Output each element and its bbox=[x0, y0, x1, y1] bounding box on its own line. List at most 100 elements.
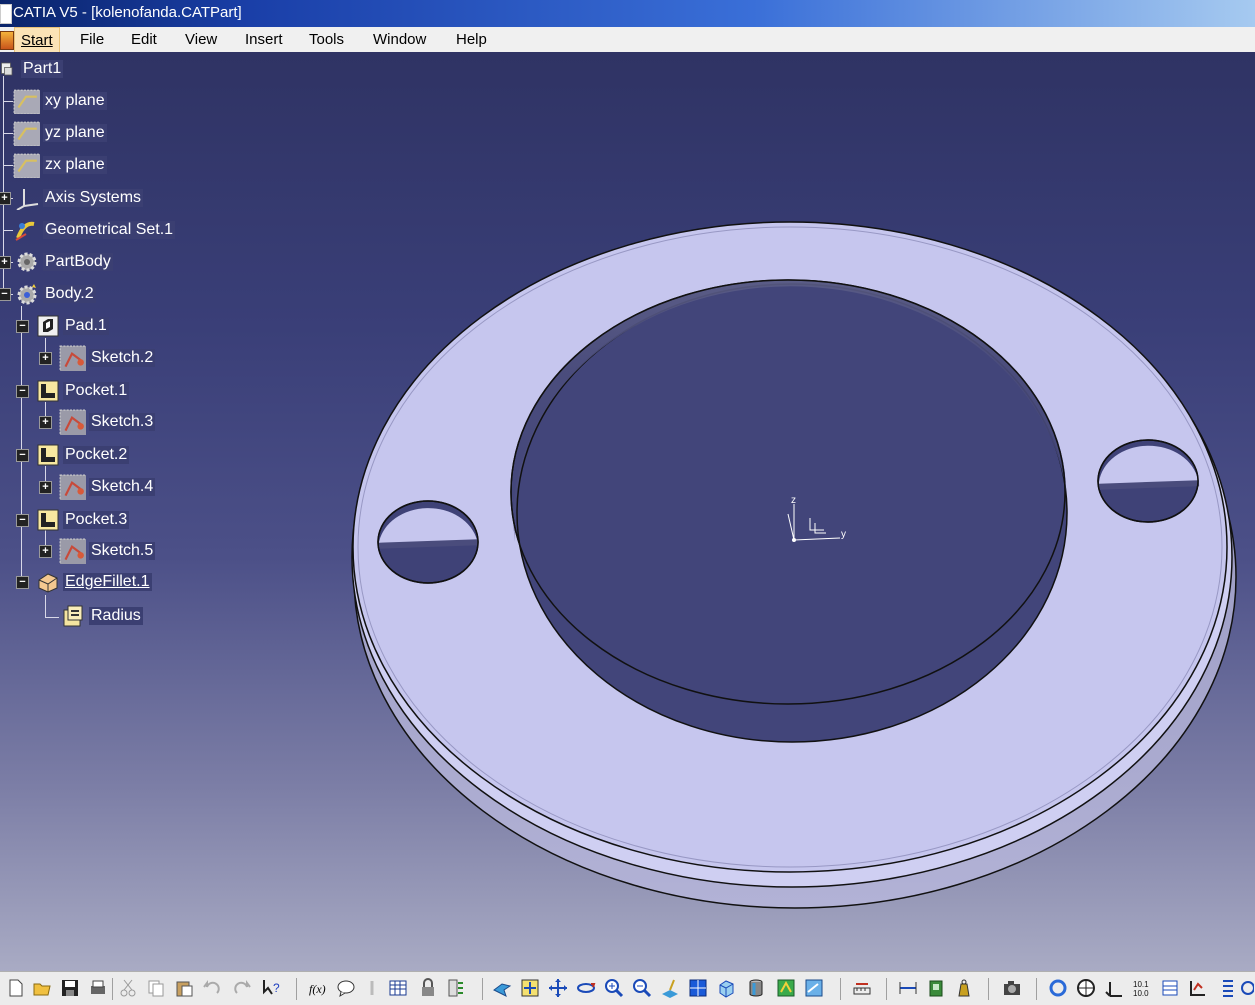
catalog-icon[interactable] bbox=[926, 978, 946, 998]
tree-node-xy-plane[interactable]: xy plane bbox=[12, 89, 107, 114]
tree-node-pocket3[interactable]: Pocket.3 bbox=[36, 509, 130, 531]
menu-start[interactable]: Start bbox=[14, 27, 60, 53]
menu-file[interactable]: File bbox=[80, 31, 104, 48]
print-icon[interactable] bbox=[88, 978, 108, 998]
tree-label-axis-systems[interactable]: Axis Systems bbox=[43, 189, 144, 207]
tree-label-zx-plane[interactable]: zx plane bbox=[43, 156, 107, 174]
menu-window[interactable]: Window bbox=[373, 31, 426, 48]
collapse-body2-button[interactable]: − bbox=[0, 288, 11, 301]
tree-node-geometrical-set[interactable]: Geometrical Set.1 bbox=[12, 219, 176, 241]
tools-icon[interactable] bbox=[362, 978, 382, 998]
undo-icon[interactable] bbox=[202, 978, 222, 998]
tree-node-partbody[interactable]: PartBody bbox=[12, 251, 113, 273]
tree-label-pad1[interactable]: Pad.1 bbox=[63, 317, 109, 335]
tree-label-pocket1[interactable]: Pocket.1 bbox=[63, 382, 130, 400]
comment-icon[interactable] bbox=[336, 978, 356, 998]
menu-help[interactable]: Help bbox=[456, 31, 487, 48]
collapse-pad1-button[interactable]: − bbox=[16, 320, 29, 333]
normal-view-icon[interactable] bbox=[660, 978, 680, 998]
redo-icon[interactable] bbox=[232, 978, 252, 998]
tree-node-sketch2[interactable]: Sketch.2 bbox=[58, 345, 156, 371]
camera-icon[interactable] bbox=[1002, 978, 1022, 998]
tree-label-sketch2[interactable]: Sketch.2 bbox=[89, 349, 156, 367]
layers-icon[interactable] bbox=[446, 978, 466, 998]
tree-label-pocket3[interactable]: Pocket.3 bbox=[63, 511, 130, 529]
tree-node-sketch4[interactable]: Sketch.4 bbox=[58, 474, 156, 500]
tree-node-pocket1[interactable]: Pocket.1 bbox=[36, 380, 130, 402]
collapse-pocket3-button[interactable]: − bbox=[16, 514, 29, 527]
collapse-edgefillet1-button[interactable]: − bbox=[16, 576, 29, 589]
tree-list-icon[interactable] bbox=[1218, 978, 1238, 998]
expand-sketch5-button[interactable]: + bbox=[39, 545, 52, 558]
expand-partbody-button[interactable]: + bbox=[0, 256, 11, 269]
paste-icon[interactable] bbox=[174, 978, 194, 998]
measure-icon[interactable] bbox=[852, 978, 872, 998]
expand-sketch2-button[interactable]: + bbox=[39, 352, 52, 365]
tree-node-sketch3[interactable]: Sketch.3 bbox=[58, 409, 156, 435]
copy-icon[interactable] bbox=[146, 978, 166, 998]
catia-app-icon[interactable] bbox=[0, 4, 12, 24]
formula-icon[interactable]: f(x) bbox=[308, 978, 328, 998]
swap-space-icon[interactable] bbox=[804, 978, 824, 998]
tree-label-edgefillet1[interactable]: EdgeFillet.1 bbox=[63, 573, 152, 591]
tree-label-geometrical-set[interactable]: Geometrical Set.1 bbox=[43, 221, 176, 239]
table-icon[interactable] bbox=[388, 978, 408, 998]
grid-icon[interactable]: 10.110.0 bbox=[1132, 978, 1152, 998]
compass-icon[interactable] bbox=[1076, 978, 1096, 998]
new-icon[interactable] bbox=[6, 978, 26, 998]
cut-icon[interactable] bbox=[118, 978, 138, 998]
measure-between-icon[interactable] bbox=[898, 978, 918, 998]
menu-tools[interactable]: Tools bbox=[309, 31, 344, 48]
tree-label-yz-plane[interactable]: yz plane bbox=[43, 124, 107, 142]
spec-icon[interactable] bbox=[1188, 978, 1208, 998]
tree-label-body2[interactable]: Body.2 bbox=[43, 285, 96, 303]
publish-icon[interactable] bbox=[1160, 978, 1180, 998]
zoom-out-icon[interactable] bbox=[632, 978, 652, 998]
zoom-in-icon[interactable] bbox=[604, 978, 624, 998]
more-tools-icon[interactable] bbox=[1240, 978, 1254, 998]
rotate-icon[interactable] bbox=[576, 978, 596, 998]
pan-icon[interactable] bbox=[548, 978, 568, 998]
lock-icon[interactable] bbox=[418, 978, 438, 998]
tree-node-yz-plane[interactable]: yz plane bbox=[12, 121, 107, 146]
tree-node-body2[interactable]: Body.2 bbox=[12, 283, 96, 305]
start-icon[interactable] bbox=[0, 31, 14, 50]
open-icon[interactable] bbox=[32, 978, 52, 998]
dimension-icon[interactable] bbox=[1104, 978, 1124, 998]
mass-icon[interactable] bbox=[954, 978, 974, 998]
tree-node-part1[interactable]: Part1 bbox=[0, 58, 64, 80]
collapse-pocket2-button[interactable]: − bbox=[16, 449, 29, 462]
tree-node-sketch5[interactable]: Sketch.5 bbox=[58, 538, 156, 564]
tree-label-sketch5[interactable]: Sketch.5 bbox=[89, 542, 156, 560]
collapse-pocket1-button[interactable]: − bbox=[16, 385, 29, 398]
tree-node-edgefillet1[interactable]: EdgeFillet.1 bbox=[36, 571, 152, 593]
menu-edit[interactable]: Edit bbox=[131, 31, 157, 48]
tree-label-sketch3[interactable]: Sketch.3 bbox=[89, 413, 156, 431]
tree-label-sketch4[interactable]: Sketch.4 bbox=[89, 478, 156, 496]
3d-viewport[interactable]: z y Part1 xy plane yz plane zx plane + A… bbox=[0, 52, 1255, 971]
shading-icon[interactable] bbox=[746, 978, 766, 998]
save-icon[interactable] bbox=[60, 978, 80, 998]
tree-label-radius[interactable]: Radius bbox=[89, 607, 143, 625]
tree-node-pad1[interactable]: Pad.1 bbox=[36, 315, 109, 337]
fly-mode-icon[interactable] bbox=[492, 978, 512, 998]
hide-show-icon[interactable] bbox=[776, 978, 796, 998]
tree-label-xy-plane[interactable]: xy plane bbox=[43, 92, 107, 110]
tree-node-pocket2[interactable]: Pocket.2 bbox=[36, 444, 130, 466]
tree-node-radius[interactable]: Radius bbox=[58, 605, 143, 627]
menu-insert[interactable]: Insert bbox=[245, 31, 283, 48]
tree-node-axis-systems[interactable]: Axis Systems bbox=[12, 187, 144, 210]
whats-this-icon[interactable]: ? bbox=[262, 978, 282, 998]
iso-view-icon[interactable] bbox=[716, 978, 736, 998]
expand-sketch4-button[interactable]: + bbox=[39, 481, 52, 494]
expand-sketch3-button[interactable]: + bbox=[39, 416, 52, 429]
tree-node-zx-plane[interactable]: zx plane bbox=[12, 153, 107, 178]
multi-view-icon[interactable] bbox=[688, 978, 708, 998]
tree-label-part1[interactable]: Part1 bbox=[21, 60, 64, 78]
refresh-icon[interactable] bbox=[1048, 978, 1068, 998]
fit-all-icon[interactable] bbox=[520, 978, 540, 998]
expand-axis-systems-button[interactable]: + bbox=[0, 192, 11, 205]
tree-label-pocket2[interactable]: Pocket.2 bbox=[63, 446, 130, 464]
menu-view[interactable]: View bbox=[185, 31, 217, 48]
tree-label-partbody[interactable]: PartBody bbox=[43, 253, 113, 271]
